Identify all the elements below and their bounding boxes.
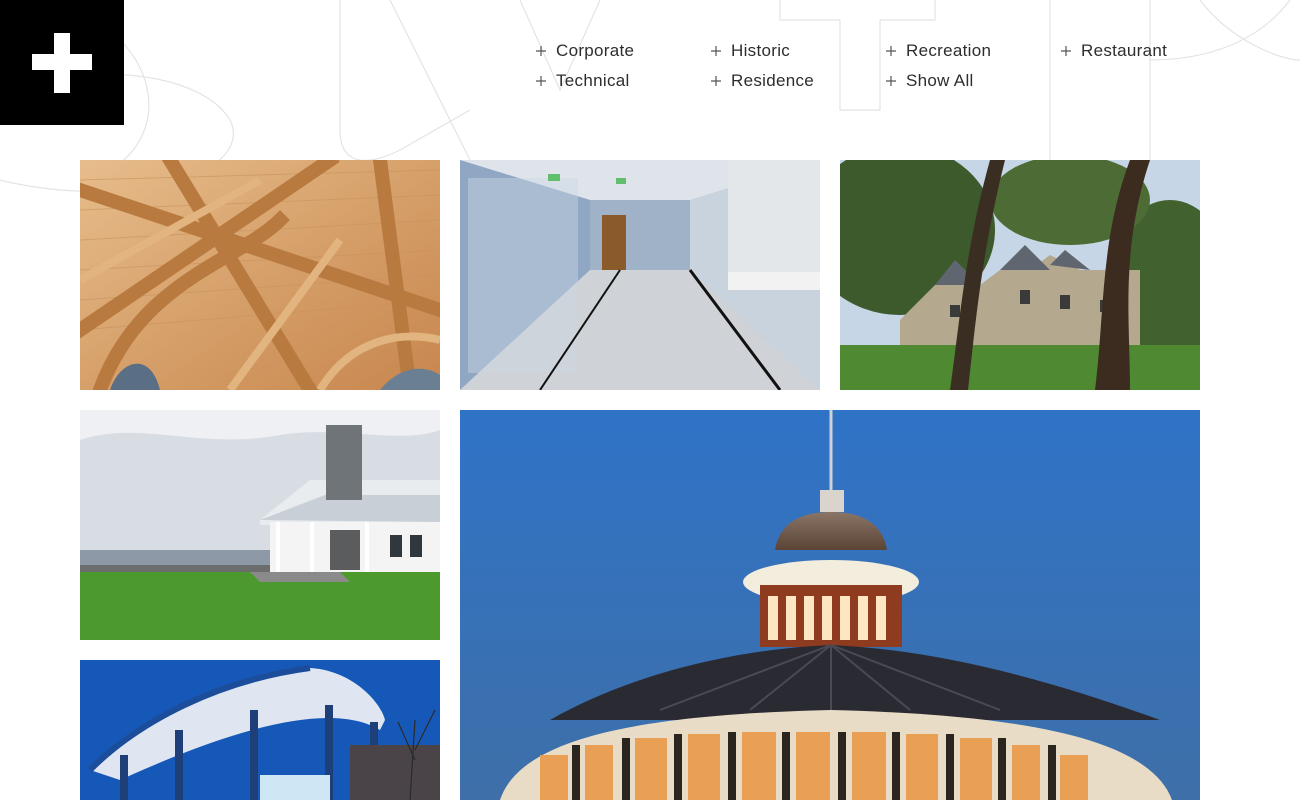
filter-label: Historic xyxy=(731,40,791,60)
plus-icon xyxy=(1061,45,1071,56)
timber-ceiling-photo xyxy=(80,160,440,390)
filter-recreation[interactable]: Recreation xyxy=(885,40,1060,61)
stone-house-photo xyxy=(840,160,1200,390)
plus-logo-icon xyxy=(32,33,92,93)
plus-icon xyxy=(711,45,721,56)
filter-label: Restaurant xyxy=(1081,40,1168,60)
waterfront-porch-photo xyxy=(80,410,440,640)
filter-show-all[interactable]: Show All xyxy=(885,70,1060,91)
plus-icon xyxy=(711,75,721,86)
glass-pavilion-photo xyxy=(80,660,440,800)
filter-label: Recreation xyxy=(906,40,992,60)
category-filter-nav: Corporate Historic Recreation Restaurant… xyxy=(535,40,1235,91)
filter-label: Show All xyxy=(906,70,974,90)
gallery-tile-corridor[interactable] xyxy=(460,160,820,390)
gallery-tile-stone-house[interactable] xyxy=(840,160,1200,390)
gallery-tile-timber-ceiling[interactable] xyxy=(80,160,440,390)
plus-icon xyxy=(886,75,896,86)
filter-historic[interactable]: Historic xyxy=(710,40,885,61)
gallery-tile-waterfront-porch[interactable] xyxy=(80,410,440,640)
filter-restaurant[interactable]: Restaurant xyxy=(1060,40,1235,61)
logo-button[interactable] xyxy=(0,0,124,125)
gallery-tile-domed-rotunda[interactable] xyxy=(460,410,1200,800)
plus-icon xyxy=(536,45,546,56)
filter-label: Corporate xyxy=(556,40,635,60)
domed-rotunda-photo xyxy=(460,410,1200,800)
filter-corporate[interactable]: Corporate xyxy=(535,40,710,61)
plus-icon xyxy=(886,45,896,56)
filter-technical[interactable]: Technical xyxy=(535,70,710,91)
plus-icon xyxy=(536,75,546,86)
filter-label: Technical xyxy=(556,70,630,90)
corridor-photo xyxy=(460,160,820,390)
gallery-tile-glass-pavilion[interactable] xyxy=(80,660,440,800)
filter-label: Residence xyxy=(731,70,815,90)
filter-residence[interactable]: Residence xyxy=(710,70,885,91)
